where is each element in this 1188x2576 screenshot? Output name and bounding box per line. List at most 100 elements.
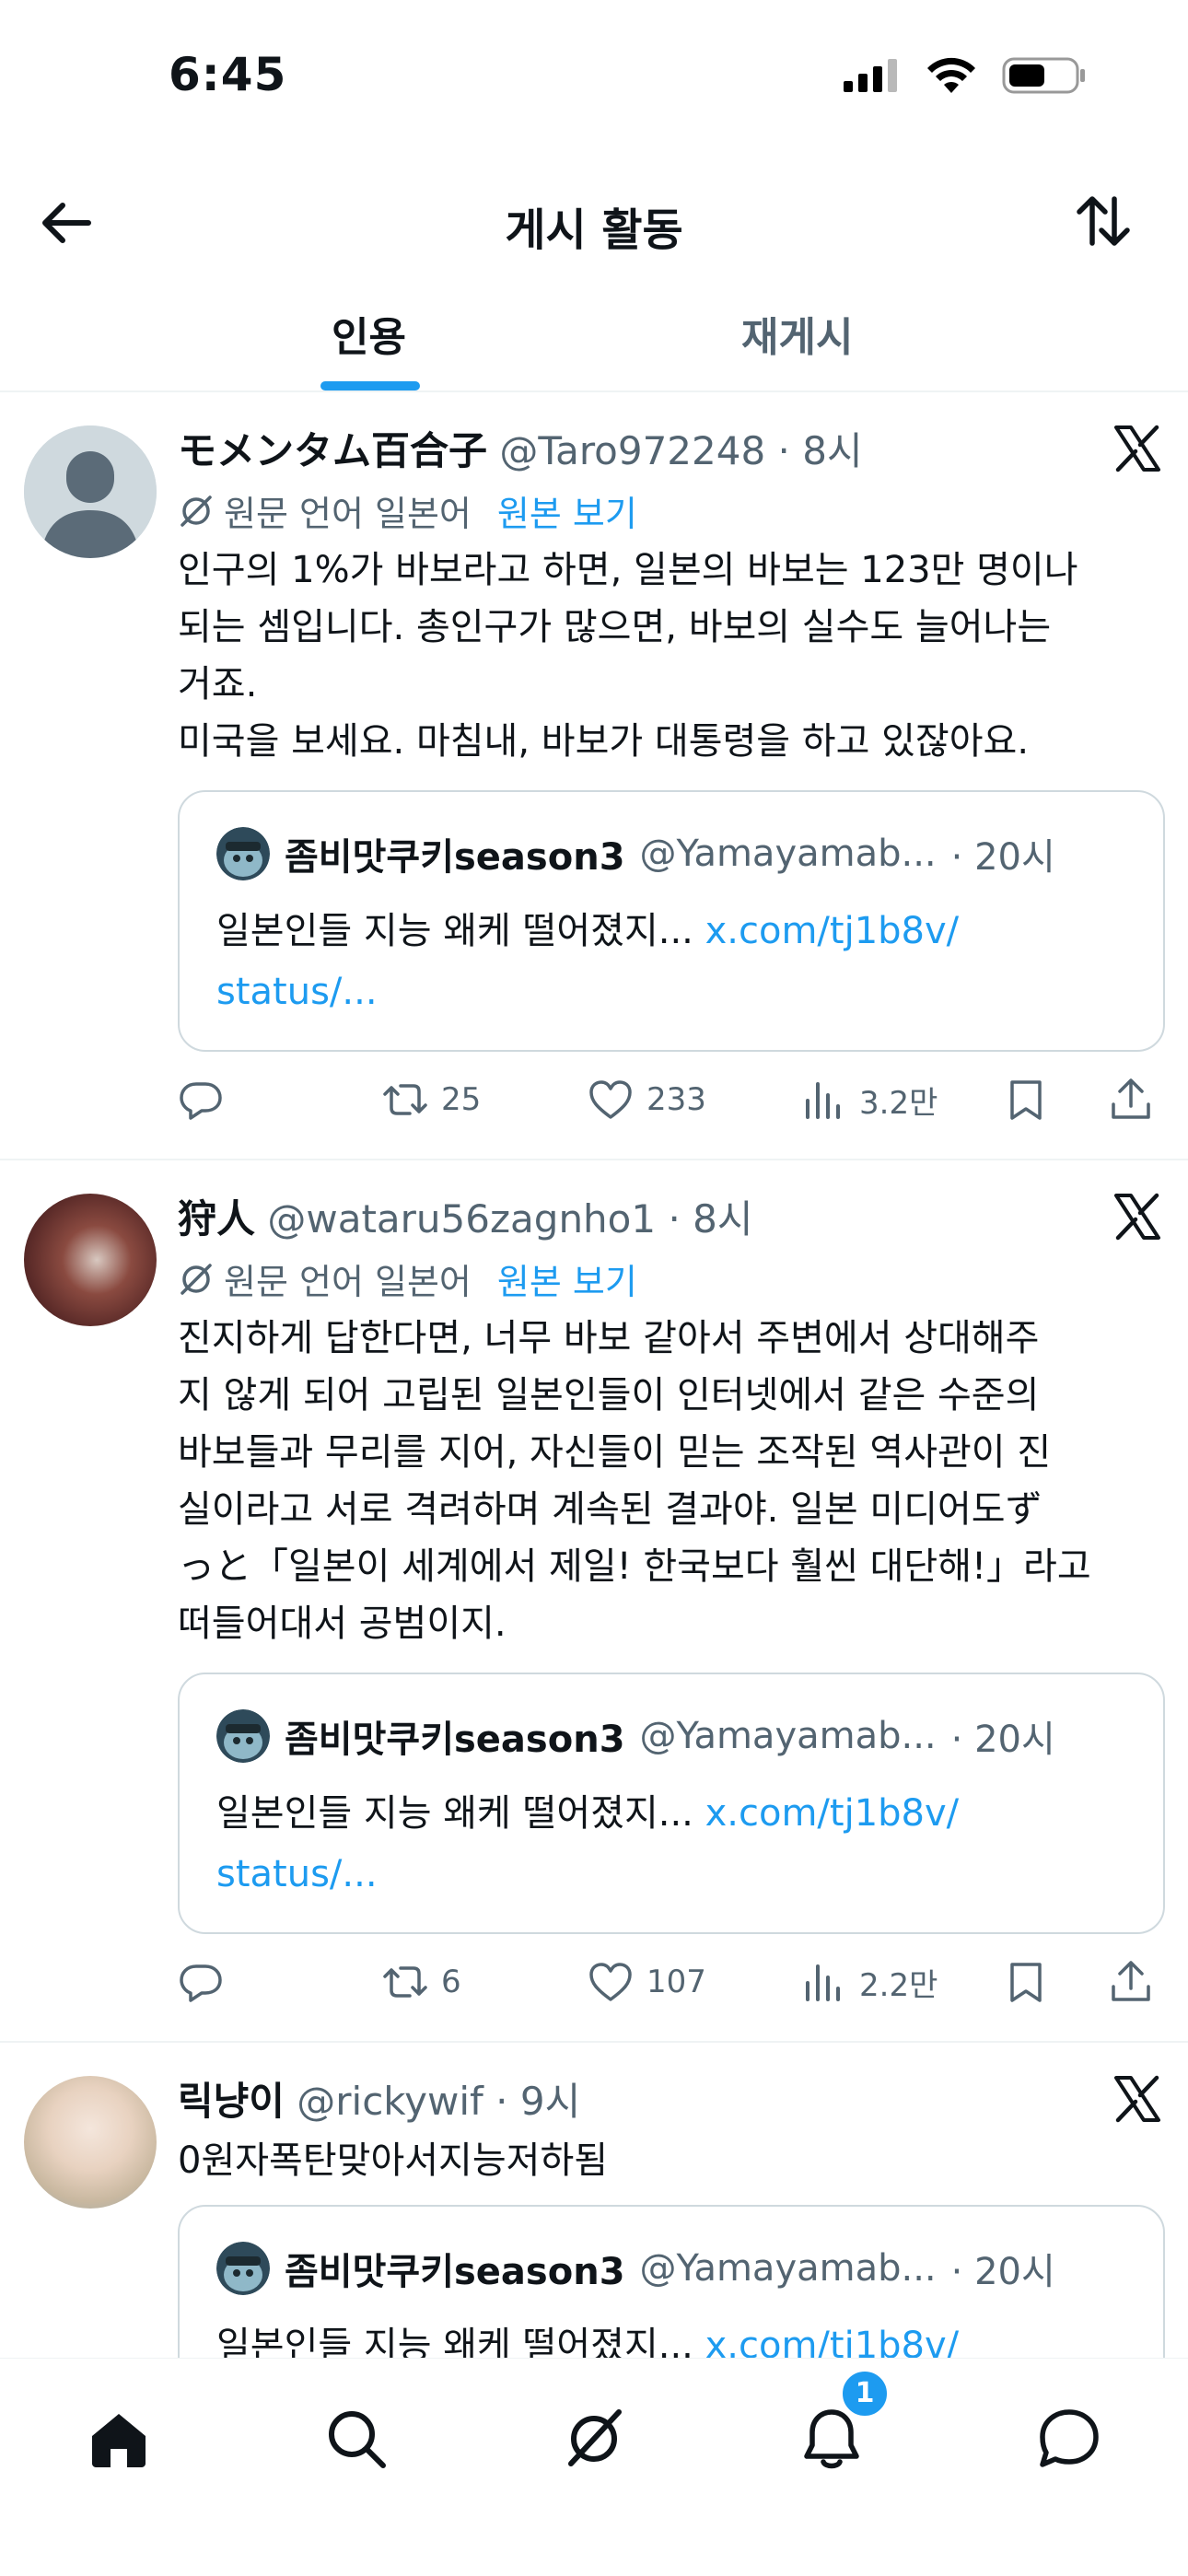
post-actions: 6 107 2.2만 (178, 1954, 1163, 2010)
share-icon (1112, 1961, 1150, 2001)
quoted-text-body: 일본인들 지능 왜케 떨어졌지... (216, 1792, 705, 1835)
views-button[interactable]: 3.2만 (800, 1072, 938, 1127)
views-chart-icon (806, 1964, 840, 2001)
avatar[interactable] (24, 425, 157, 558)
repost-icon (383, 1966, 427, 1998)
tab-indicator (320, 381, 420, 390)
repost-button[interactable]: 6 (382, 1954, 461, 2010)
x-logo-icon[interactable] (1112, 1192, 1162, 1241)
author-name[interactable]: モメンタム百合子 (178, 428, 487, 473)
reply-button[interactable] (178, 1072, 224, 1127)
wifi-icon (927, 57, 975, 93)
cookie-avatar-icon (216, 2242, 270, 2295)
cookie-avatar-icon (216, 1709, 270, 1763)
cellular-signal-icon (844, 59, 897, 92)
reply-icon (180, 1082, 222, 1120)
x-logo-icon[interactable] (1112, 424, 1162, 473)
post-meta: 狩人 @wataru56zagnho1 · 8시 (178, 1188, 1160, 1244)
quoted-author-name: 좀비맛쿠키season3 (285, 836, 625, 879)
post-time: · 8시 (668, 1196, 753, 1241)
quoted-avatar (216, 827, 270, 880)
notifications-badge: 1 (840, 2369, 890, 2419)
post-text: 0원자폭탄맞아서지능저하됨 (178, 2139, 609, 2182)
battery-icon (1002, 57, 1085, 94)
grok-translate-icon (181, 1263, 212, 1295)
like-count: 107 (646, 1964, 706, 2000)
like-button[interactable]: 107 (588, 1954, 706, 2010)
show-original-link[interactable]: 원본 보기 (497, 485, 637, 536)
translation-note: 원문 언어 일본어 (224, 494, 472, 534)
post-item[interactable]: 狩人 @wataru56zagnho1 · 8시 원문 언어 일본어 원본 보기… (0, 1160, 1188, 2043)
cookie-avatar-icon (216, 827, 270, 880)
repost-count: 6 (441, 1964, 461, 2000)
quoted-author-name: 좀비맛쿠키season3 (285, 1719, 625, 1761)
repost-icon (383, 1084, 427, 1115)
repost-count: 25 (441, 1081, 482, 1118)
quoted-text-body: 일본인들 지능 왜케 떨어졌지... (216, 910, 705, 952)
quoted-author-name: 좀비맛쿠키season3 (285, 2251, 625, 2293)
quoted-post-header: 좀비맛쿠키season3 @Yamayamab... · 20시 (216, 1709, 1055, 1763)
post-item[interactable]: モメンタム百合子 @Taro972248 · 8시 원문 언어 일본어 원본 보… (0, 392, 1188, 1160)
status-time: 6:45 (169, 48, 287, 101)
quoted-post-time: · 20시 (950, 2251, 1055, 2293)
quoted-author-handle: @Yamayamab... (639, 833, 937, 875)
quoted-post-time: · 20시 (950, 836, 1055, 879)
author-handle[interactable]: @Taro972248 (499, 428, 765, 473)
show-original-link[interactable]: 원본 보기 (497, 1253, 637, 1304)
post-meta: 릭냥이 @rickywif · 9시 (178, 2070, 1160, 2127)
quoted-avatar (216, 1709, 270, 1763)
post-text: 진지하게 답한다면, 너무 바보 같아서 주변에서 상대해주 지 않게 되어 고… (178, 1317, 1091, 1645)
quoted-avatar (216, 2242, 270, 2295)
view-count: 3.2만 (859, 1084, 938, 1122)
author-name[interactable]: 릭냥이 (178, 2079, 285, 2124)
avatar[interactable] (24, 1194, 157, 1326)
tab-reposts[interactable]: 재게시 (741, 304, 853, 363)
repost-button[interactable]: 25 (382, 1072, 481, 1127)
sort-icon[interactable] (1074, 192, 1133, 251)
author-handle[interactable]: @rickywif (297, 2079, 483, 2124)
view-count: 2.2만 (859, 1966, 938, 2004)
quoted-post-card[interactable]: 좀비맛쿠키season3 @Yamayamab... · 20시 일본인들 지능… (178, 790, 1165, 1052)
quoted-author-handle: @Yamayamab... (639, 1715, 937, 1757)
post-meta: モメンタム百合子 @Taro972248 · 8시 (178, 420, 1160, 476)
quoted-post-card[interactable]: 좀비맛쿠키season3 @Yamayamab... · 20시 일본인들 지능… (178, 1673, 1165, 1934)
like-button[interactable]: 233 (588, 1072, 706, 1127)
tab-bar: 인용 재게시 (0, 276, 1188, 392)
status-icons (842, 55, 1087, 96)
grok-translate-icon (181, 495, 212, 527)
grok-icon[interactable] (562, 2407, 626, 2471)
page-title: 게시 활동 (505, 204, 683, 256)
author-name[interactable]: 狩人 (178, 1196, 255, 1241)
bookmark-icon (1010, 1963, 1042, 2002)
author-handle[interactable]: @wataru56zagnho1 (267, 1196, 656, 1241)
views-chart-icon (806, 1082, 840, 1119)
post-time: · 8시 (777, 428, 863, 473)
avatar[interactable] (24, 2076, 157, 2209)
search-icon[interactable] (324, 2407, 389, 2471)
quoted-post-time: · 20시 (950, 1719, 1055, 1761)
bookmark-button[interactable] (1003, 1954, 1049, 2010)
share-button[interactable] (1108, 1954, 1154, 2010)
views-button[interactable]: 2.2만 (800, 1954, 938, 2010)
bottom-navigation (0, 2358, 1188, 2576)
messages-icon[interactable] (1037, 2407, 1101, 2471)
bookmark-button[interactable] (1003, 1072, 1049, 1127)
quoted-author-handle: @Yamayamab... (639, 2247, 937, 2290)
x-logo-icon[interactable] (1112, 2074, 1162, 2124)
post-time: · 9시 (495, 2079, 581, 2124)
heart-icon (589, 1963, 632, 2001)
post-item[interactable]: 릭냥이 @rickywif · 9시 0원자폭탄맞아서지능저하됨 좀비맛쿠키se… (0, 2043, 1188, 2466)
like-count: 233 (646, 1081, 706, 1118)
reply-button[interactable] (178, 1954, 224, 2010)
home-icon[interactable] (87, 2407, 151, 2471)
translation-row: 원문 언어 일본어 원본 보기 (178, 485, 1160, 536)
default-avatar-icon (24, 425, 157, 558)
post-text: 인구의 1%가 바보라고 하면, 일본의 바보는 123만 명이나 되는 셈입니… (178, 549, 1078, 763)
share-button[interactable] (1108, 1072, 1154, 1127)
tab-quotes[interactable]: 인용 (332, 304, 406, 363)
post-actions: 25 233 3.2만 (178, 1072, 1163, 1127)
translation-note: 원문 언어 일본어 (224, 1262, 472, 1302)
bookmark-icon (1010, 1080, 1042, 1120)
heart-icon (589, 1080, 632, 1119)
share-icon (1112, 1078, 1150, 1119)
